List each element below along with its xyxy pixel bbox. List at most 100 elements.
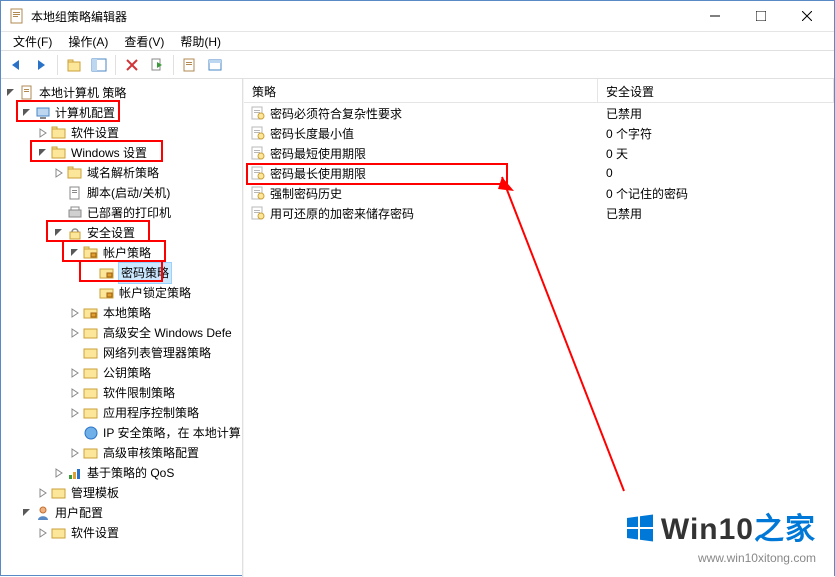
expander-icon[interactable] bbox=[67, 248, 83, 258]
ipsec-icon bbox=[83, 425, 99, 441]
tree-label: 高级审核策略配置 bbox=[102, 443, 200, 463]
tree-scripts[interactable]: 脚本(启动/关机) bbox=[1, 183, 242, 203]
minimize-button[interactable] bbox=[692, 1, 738, 31]
lock-icon bbox=[67, 225, 83, 241]
back-button[interactable] bbox=[5, 54, 27, 76]
expander-icon[interactable] bbox=[67, 388, 83, 398]
tree-account-lockout[interactable]: 帐户锁定策略 bbox=[1, 283, 242, 303]
expander-icon[interactable] bbox=[35, 128, 51, 138]
expander-icon[interactable] bbox=[51, 228, 67, 238]
list-row[interactable]: 密码最长使用期限0 bbox=[244, 163, 834, 183]
toolbar bbox=[1, 51, 834, 79]
tree-srp[interactable]: 软件限制策略 bbox=[1, 383, 242, 403]
policy-name: 密码长度最小值 bbox=[270, 125, 354, 142]
folder-icon bbox=[83, 345, 99, 361]
tree-qos[interactable]: 基于策略的 QoS bbox=[1, 463, 242, 483]
tree-deployed-printers[interactable]: 已部署的打印机 bbox=[1, 203, 242, 223]
toolbar-sep bbox=[173, 55, 174, 75]
tree-wfas[interactable]: 高级安全 Windows Defe bbox=[1, 323, 242, 343]
tree-user-config[interactable]: 用户配置 bbox=[1, 503, 242, 523]
up-button[interactable] bbox=[63, 54, 85, 76]
expander-icon[interactable] bbox=[35, 488, 51, 498]
expander-icon[interactable] bbox=[67, 408, 83, 418]
toolbar-sep bbox=[115, 55, 116, 75]
tree-account-policies[interactable]: 帐户策略 bbox=[1, 243, 242, 263]
tree-label: 安全设置 bbox=[86, 223, 136, 243]
qos-icon bbox=[67, 465, 83, 481]
expander-icon[interactable] bbox=[19, 108, 35, 118]
folder-icon bbox=[51, 125, 67, 141]
policy-cell: 密码长度最小值 bbox=[244, 125, 598, 142]
tree-label: 密码策略 bbox=[118, 262, 172, 284]
tree-public-key[interactable]: 公钥策略 bbox=[1, 363, 242, 383]
refresh-button[interactable] bbox=[179, 54, 201, 76]
list-row[interactable]: 用可还原的加密来储存密码已禁用 bbox=[244, 203, 834, 223]
policy-name: 强制密码历史 bbox=[270, 185, 342, 202]
tree-windows-settings[interactable]: Windows 设置 bbox=[1, 143, 242, 163]
tree-nlm[interactable]: 网络列表管理器策略 bbox=[1, 343, 242, 363]
menu-view[interactable]: 查看(V) bbox=[116, 32, 172, 51]
expander-icon[interactable] bbox=[67, 328, 83, 338]
tree-label: 本地计算机 策略 bbox=[38, 83, 127, 103]
tree-label: 本地策略 bbox=[102, 303, 152, 323]
folder-lock-icon bbox=[83, 245, 99, 261]
expander-icon[interactable] bbox=[51, 168, 67, 178]
tree-label: 高级安全 Windows Defe bbox=[102, 323, 233, 343]
menu-file[interactable]: 文件(F) bbox=[5, 32, 60, 51]
tree-label: 已部署的打印机 bbox=[86, 203, 172, 223]
tree-label: 软件限制策略 bbox=[102, 383, 176, 403]
list-row[interactable]: 密码长度最小值0 个字符 bbox=[244, 123, 834, 143]
expander-icon[interactable] bbox=[67, 308, 83, 318]
tree-label: 用户配置 bbox=[54, 503, 104, 523]
tree-dns-policy[interactable]: 域名解析策略 bbox=[1, 163, 242, 183]
tree-label: 计算机配置 bbox=[54, 103, 116, 123]
expander-icon[interactable] bbox=[19, 508, 35, 518]
tree-label: 域名解析策略 bbox=[86, 163, 160, 183]
tree-computer-config[interactable]: 计算机配置 bbox=[1, 103, 242, 123]
col-header-policy[interactable]: 策略 bbox=[244, 79, 598, 102]
menubar: 文件(F) 操作(A) 查看(V) 帮助(H) bbox=[1, 31, 834, 51]
folder-icon bbox=[83, 445, 99, 461]
tree-label: 网络列表管理器策略 bbox=[102, 343, 212, 363]
policy-cell: 强制密码历史 bbox=[244, 185, 598, 202]
tree-local-policies[interactable]: 本地策略 bbox=[1, 303, 242, 323]
list-row[interactable]: 密码必须符合复杂性要求已禁用 bbox=[244, 103, 834, 123]
properties-button[interactable] bbox=[204, 54, 226, 76]
tree-software-settings-2[interactable]: 软件设置 bbox=[1, 523, 242, 543]
col-header-setting[interactable]: 安全设置 bbox=[598, 79, 834, 102]
tree-admin-templates[interactable]: 管理模板 bbox=[1, 483, 242, 503]
maximize-button[interactable] bbox=[738, 1, 784, 31]
expander-icon[interactable] bbox=[67, 448, 83, 458]
toolbar-sep bbox=[57, 55, 58, 75]
forward-button[interactable] bbox=[30, 54, 52, 76]
policy-item-icon bbox=[250, 125, 266, 141]
tree-root[interactable]: 本地计算机 策略 bbox=[1, 83, 242, 103]
tree-ipsec[interactable]: IP 安全策略，在 本地计算 bbox=[1, 423, 242, 443]
tree-label: Windows 设置 bbox=[70, 143, 148, 163]
tree-security-settings[interactable]: 安全设置 bbox=[1, 223, 242, 243]
expander-icon[interactable] bbox=[35, 528, 51, 538]
expander-icon[interactable] bbox=[67, 368, 83, 378]
expander-icon[interactable] bbox=[3, 88, 19, 98]
folder-icon bbox=[67, 165, 83, 181]
menu-action[interactable]: 操作(A) bbox=[60, 32, 116, 51]
policy-item-icon bbox=[250, 145, 266, 161]
expander-icon[interactable] bbox=[35, 148, 51, 158]
brand-text: Win10之家 bbox=[625, 504, 816, 551]
folder-lock-icon bbox=[99, 285, 115, 301]
menu-help[interactable]: 帮助(H) bbox=[172, 32, 229, 51]
show-hide-tree-button[interactable] bbox=[88, 54, 110, 76]
tree-software-settings[interactable]: 软件设置 bbox=[1, 123, 242, 143]
tree-app-control[interactable]: 应用程序控制策略 bbox=[1, 403, 242, 423]
folder-icon bbox=[83, 405, 99, 421]
expander-icon[interactable] bbox=[51, 468, 67, 478]
list-row[interactable]: 强制密码历史0 个记住的密码 bbox=[244, 183, 834, 203]
tree-adv-audit[interactable]: 高级审核策略配置 bbox=[1, 443, 242, 463]
delete-button[interactable] bbox=[121, 54, 143, 76]
tree-password-policy[interactable]: 密码策略 bbox=[1, 263, 242, 283]
export-button[interactable] bbox=[146, 54, 168, 76]
close-button[interactable] bbox=[784, 1, 830, 31]
policy-cell: 密码必须符合复杂性要求 bbox=[244, 105, 598, 122]
list-row[interactable]: 密码最短使用期限0 天 bbox=[244, 143, 834, 163]
splitter[interactable] bbox=[238, 79, 242, 577]
